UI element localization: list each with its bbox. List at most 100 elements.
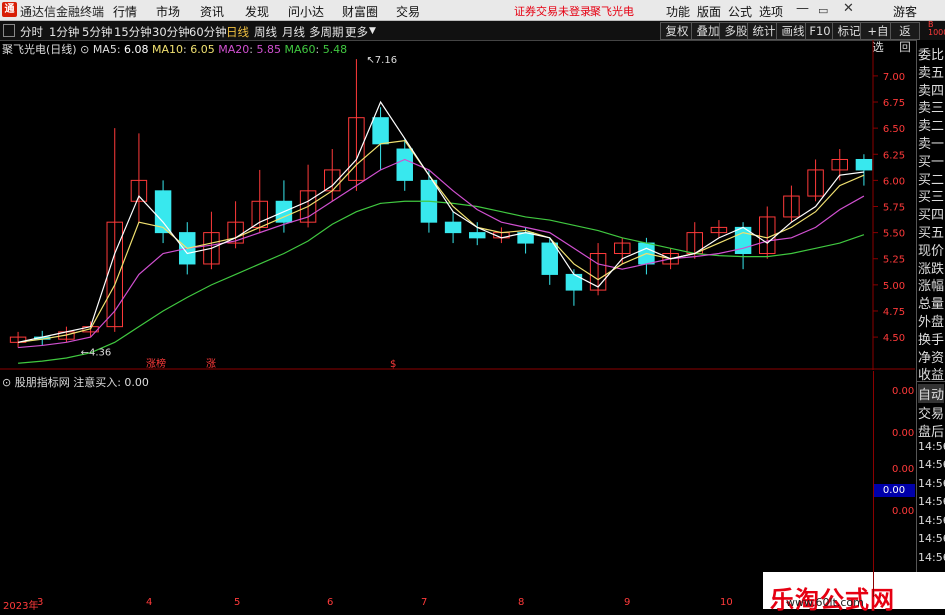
- user-label[interactable]: 游客: [893, 3, 917, 20]
- dock-field-label[interactable]: 买二: [918, 169, 944, 188]
- period-15min[interactable]: 15分钟: [114, 24, 152, 40]
- dock-time-label[interactable]: 14:56: [918, 440, 945, 453]
- price-tick-label: 6.00: [883, 176, 905, 187]
- candle-body: [541, 242, 558, 275]
- price-tick-label: 5.50: [883, 229, 905, 240]
- dock-field-label[interactable]: 买五: [918, 222, 944, 241]
- dock-field-label[interactable]: 总量: [918, 293, 944, 312]
- sub-axis-label: 0.00: [892, 464, 915, 475]
- sub-axis-label: 0.00: [892, 386, 915, 397]
- event-marker: $: [390, 359, 396, 370]
- event-marker: 涨: [206, 358, 216, 370]
- dock-field-label[interactable]: 卖四: [918, 80, 944, 99]
- menu-formula[interactable]: 公式: [728, 3, 752, 20]
- dock-time-label[interactable]: 14:56: [918, 495, 945, 508]
- date-tick-label: 6: [327, 597, 334, 608]
- menu-info[interactable]: 资讯: [200, 3, 224, 20]
- dock-header: B1000: [928, 20, 945, 37]
- ma60-label: MA60: 5.48: [284, 43, 348, 56]
- menu-wealth[interactable]: 财富圈: [342, 3, 378, 20]
- sub-current-value: 0.00: [873, 484, 915, 497]
- dock-field-label[interactable]: 卖二: [918, 115, 944, 134]
- price-tick-label: 6.25: [883, 150, 905, 161]
- period-timeshare[interactable]: 分时: [20, 24, 43, 40]
- dock-mode-label[interactable]: 自动: [918, 384, 945, 403]
- period-monthly[interactable]: 月线: [282, 24, 305, 40]
- dock-time-label[interactable]: 14:56: [918, 551, 945, 564]
- chevron-down-icon[interactable]: ⊙: [80, 43, 89, 56]
- dock-field-label[interactable]: 涨跌: [918, 258, 944, 277]
- date-tick-label: 2023年: [3, 601, 39, 612]
- period-5min[interactable]: 5分钟: [82, 24, 112, 40]
- dock-field-label[interactable]: 卖五: [918, 62, 944, 81]
- minimize-icon[interactable]: —: [796, 1, 809, 16]
- close-icon[interactable]: ✕: [843, 1, 854, 16]
- event-marker: 涨榜: [146, 357, 166, 370]
- candle-body: [372, 117, 389, 145]
- watermark-url: www.60lt.com: [786, 596, 864, 609]
- date-tick-label: 3: [37, 597, 44, 608]
- price-tick-label: 4.75: [883, 307, 905, 318]
- high-price-label: ↖7.16: [366, 55, 397, 66]
- period-30min[interactable]: 30分钟: [152, 24, 190, 40]
- menu-discover[interactable]: 发现: [245, 3, 269, 20]
- candle-body: [396, 148, 413, 181]
- dock-field-label[interactable]: 外盘: [918, 311, 944, 330]
- price-tick-label: 6.50: [883, 124, 905, 135]
- menu-options[interactable]: 选项: [759, 3, 783, 20]
- date-tick-label: 5: [234, 597, 241, 608]
- dock-field-label[interactable]: 现价: [918, 240, 944, 259]
- dock-field-label[interactable]: 净资: [918, 347, 944, 366]
- dock-field-label[interactable]: 买四: [918, 204, 944, 223]
- dock-time-label[interactable]: 14:56: [918, 514, 945, 527]
- menu-trade[interactable]: 交易: [396, 3, 420, 20]
- sub-axis-label: 0.00: [892, 428, 915, 439]
- date-tick-label: 7: [421, 597, 428, 608]
- dock-mode-label[interactable]: 盘后: [918, 421, 944, 440]
- period-60min[interactable]: 60分钟: [189, 24, 227, 40]
- menu-quotes[interactable]: 行情: [113, 3, 137, 20]
- kline-chart[interactable]: 7.00 6.75 6.50 6.25 6.00 5.75 5.50 5.25 5.00 4.75…: [0, 40, 915, 370]
- dock-field-label[interactable]: 买三: [918, 186, 944, 205]
- price-tick-label: 6.75: [883, 98, 905, 109]
- indicator-value: 注意买入: 0.00: [73, 376, 149, 389]
- app-title: 通达信金融终端: [20, 5, 105, 19]
- sub-axis-label: 0.00: [892, 506, 915, 517]
- toolbar-grid-icon[interactable]: [3, 24, 15, 37]
- price-tick-label: 5.00: [883, 281, 905, 292]
- date-tick-label: 10: [720, 597, 733, 608]
- date-tick-label: 8: [518, 597, 525, 608]
- ma20-label: MA20: 5.85: [218, 43, 281, 56]
- dock-field-label[interactable]: 涨幅: [918, 275, 944, 294]
- dock-field-label[interactable]: 委比: [918, 44, 944, 63]
- trade-login-notice[interactable]: 证券交易未登录: [514, 3, 591, 19]
- sub-axis-line: [873, 371, 874, 597]
- f10-button[interactable]: F10: [805, 22, 835, 40]
- dock-time-label[interactable]: 14:56: [918, 477, 945, 490]
- dock-field-label[interactable]: 买一: [918, 151, 944, 170]
- chart-title: 聚飞光电(日线): [2, 43, 77, 56]
- menu-xiaoda[interactable]: 问小达: [288, 3, 324, 20]
- price-tick-label: 5.25: [883, 255, 905, 266]
- period-weekly[interactable]: 周线: [254, 24, 277, 40]
- menu-market[interactable]: 市场: [156, 3, 180, 20]
- dock-field-label[interactable]: 卖一: [918, 133, 944, 152]
- dock-field-label[interactable]: 换手: [918, 329, 944, 348]
- dock-mode-label[interactable]: 交易: [918, 403, 944, 422]
- dock-time-label[interactable]: 14:56: [918, 458, 945, 471]
- restore-rights-button[interactable]: 复权: [660, 22, 694, 40]
- dock-field-label[interactable]: 卖三: [918, 97, 944, 116]
- period-more[interactable]: 更多: [345, 24, 368, 40]
- candle-body: [469, 232, 486, 239]
- period-daily[interactable]: 日线: [226, 24, 249, 40]
- chevron-down-icon[interactable]: ▼: [369, 26, 376, 36]
- period-1min[interactable]: 1分钟: [49, 24, 79, 40]
- price-tick-label: 4.50: [883, 333, 905, 344]
- menu-layout[interactable]: 版面: [697, 3, 721, 20]
- menu-function[interactable]: 功能: [666, 3, 690, 20]
- maximize-icon[interactable]: ▭: [818, 4, 828, 17]
- dock-time-label[interactable]: 14:56: [918, 532, 945, 545]
- chevron-down-icon[interactable]: ⊙: [2, 376, 11, 389]
- back-button[interactable]: 返回: [890, 22, 920, 54]
- period-multi[interactable]: 多周期: [309, 24, 344, 40]
